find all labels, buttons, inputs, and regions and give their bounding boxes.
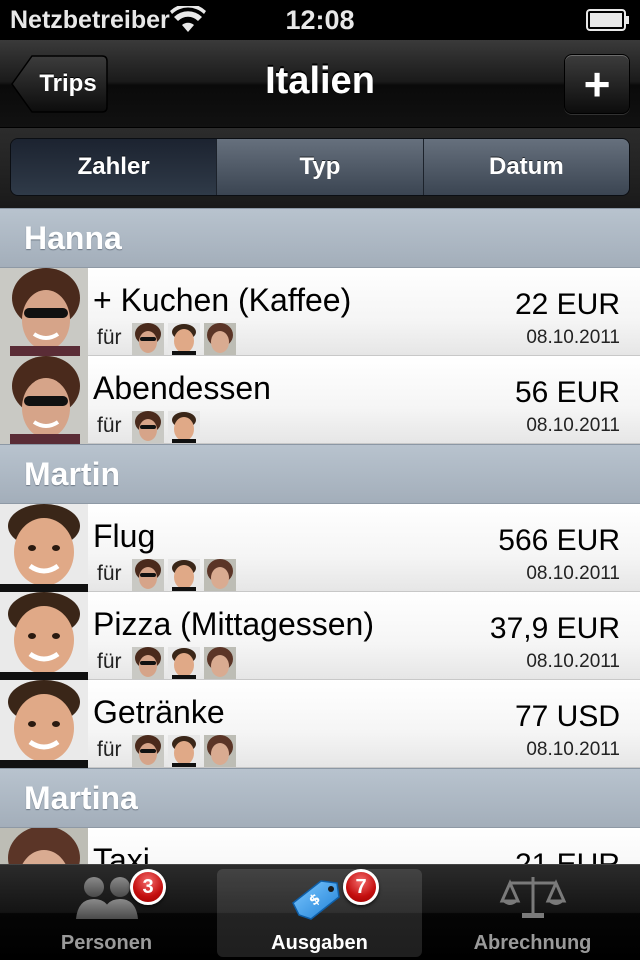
expense-date: 08.10.2011 (526, 415, 620, 436)
participant-avatar-hanna (132, 647, 164, 679)
participant-list (132, 647, 236, 679)
expense-row[interactable]: + Kuchen (Kaffee) für 22 EUR 08.10.2011 (0, 268, 640, 356)
navigation-bar: Trips Italien + (0, 40, 640, 128)
payer-avatar-martin (0, 680, 88, 768)
payer-avatar-martin (0, 592, 88, 680)
ausgaben-badge: 7 (343, 869, 379, 905)
participant-list (132, 735, 236, 767)
expense-amount: 56 EUR (514, 376, 620, 409)
participant-avatar-hanna (132, 559, 164, 591)
expense-amount: 21 EUR (515, 848, 620, 864)
participant-avatar-martina (204, 735, 236, 767)
battery-icon (586, 9, 629, 31)
sort-segmented-control: Zahler Typ Datum (10, 138, 630, 196)
expense-row[interactable]: Pizza (Mittagessen) für 37,9 EUR 08.10.2… (0, 592, 640, 680)
participant-avatar-martina (204, 323, 236, 355)
payer-avatar-hanna (0, 356, 88, 444)
payer-avatar-martin (0, 504, 88, 592)
participant-avatar-hanna (132, 735, 164, 767)
participant-avatar-martin (168, 323, 200, 355)
expense-row[interactable]: Getränke für 77 USD 08.10.2011 (0, 680, 640, 768)
payer-avatar-martina (0, 828, 88, 864)
add-expense-button[interactable]: + (564, 54, 630, 114)
expense-title: Flug (93, 518, 156, 554)
segment-datum[interactable]: Datum (423, 139, 629, 195)
section-header-martina: Martina (0, 768, 640, 828)
participant-list (132, 323, 236, 355)
participant-avatar-martin (168, 411, 200, 443)
expense-row[interactable]: Taxi 21 EUR (0, 828, 640, 864)
tab-ausgaben[interactable]: $ 7 Ausgaben (213, 865, 426, 960)
participant-avatar-martina (204, 559, 236, 591)
tab-label-personen: Personen (60, 932, 153, 954)
segment-typ[interactable]: Typ (217, 139, 424, 195)
participant-list (132, 559, 236, 591)
tab-label-abrechnung: Abrechnung (473, 932, 592, 954)
for-label: für (97, 562, 122, 585)
section-header-martin: Martin (0, 444, 640, 504)
tab-bar: 3 Personen $ 7 Ausgaben Abrechnung (0, 864, 640, 960)
sort-toolbar: Zahler Typ Datum (0, 128, 640, 208)
section-header-hanna: Hanna (0, 208, 640, 268)
participant-avatar-martin (168, 647, 200, 679)
expense-date: 08.10.2011 (526, 327, 620, 348)
expense-title: Pizza (Mittagessen) (93, 606, 374, 642)
expense-amount: 77 USD (514, 700, 620, 733)
participant-list (132, 411, 200, 443)
expense-row[interactable]: Flug für 566 EUR 08.10.2011 (0, 504, 640, 592)
tab-label-ausgaben: Ausgaben (271, 932, 368, 954)
participant-avatar-hanna (132, 411, 164, 443)
expense-amount: 37,9 EUR (489, 612, 620, 645)
expense-date: 08.10.2011 (526, 563, 620, 584)
participant-avatar-martina (204, 647, 236, 679)
tab-personen[interactable]: 3 Personen (0, 865, 213, 960)
expense-amount: 22 EUR (514, 288, 620, 321)
tab-abrechnung[interactable]: Abrechnung (426, 865, 639, 960)
expense-amount: 566 EUR (498, 524, 620, 557)
participant-avatar-martin (168, 735, 200, 767)
expense-title: + Kuchen (Kaffee) (93, 282, 352, 318)
expense-list[interactable]: Hanna + Kuchen (Kaffee) für 22 EUR 08.10… (0, 208, 640, 864)
payer-avatar-hanna (0, 268, 88, 356)
for-label: für (97, 414, 122, 437)
expense-date: 08.10.2011 (526, 739, 620, 760)
status-bar: Netzbetreiber 12:08 (0, 0, 640, 40)
expense-row[interactable]: Abendessen für 56 EUR 08.10.2011 (0, 356, 640, 444)
expense-title: Getränke (93, 694, 225, 730)
expense-title: Abendessen (93, 370, 271, 406)
personen-badge: 3 (130, 869, 166, 905)
scale-icon (499, 877, 566, 918)
expense-title: Taxi (93, 842, 150, 864)
plus-icon: + (583, 58, 611, 110)
expense-date: 08.10.2011 (526, 651, 620, 672)
for-label: für (97, 326, 122, 349)
participant-avatar-martin (168, 559, 200, 591)
page-title: Italien (265, 60, 375, 102)
participant-avatar-hanna (132, 323, 164, 355)
clock: 12:08 (285, 5, 355, 35)
segment-zahler[interactable]: Zahler (11, 139, 218, 195)
for-label: für (97, 650, 122, 673)
for-label: für (97, 738, 122, 761)
